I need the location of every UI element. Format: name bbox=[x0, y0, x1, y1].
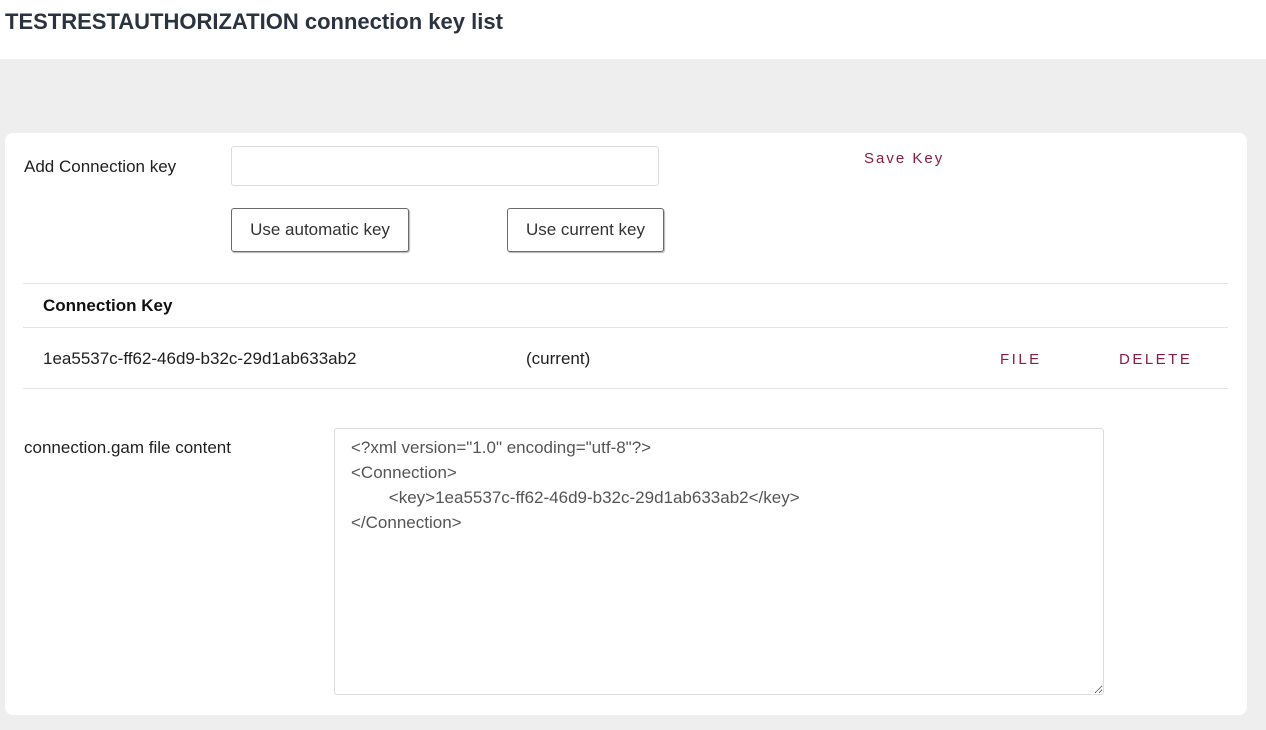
divider bbox=[23, 388, 1228, 389]
use-current-key-button[interactable]: Use current key bbox=[507, 208, 664, 252]
file-link[interactable]: FILE bbox=[1000, 351, 1042, 368]
save-key-link[interactable]: Save Key bbox=[864, 150, 944, 167]
connection-key-value: 1ea5537c-ff62-46d9-b32c-29d1ab633ab2 bbox=[43, 349, 357, 368]
file-content-label: connection.gam file content bbox=[24, 438, 231, 457]
divider bbox=[23, 283, 1228, 284]
key-status: (current) bbox=[526, 349, 591, 368]
connection-key-input[interactable] bbox=[231, 146, 659, 186]
connection-key-panel: Add Connection key Save Key Use automati… bbox=[5, 133, 1247, 715]
divider bbox=[23, 327, 1228, 328]
column-header-connection-key: Connection Key bbox=[43, 296, 173, 315]
file-content-textarea[interactable]: <?xml version="1.0" encoding="utf-8"?> <… bbox=[334, 428, 1104, 695]
page-title: TESTRESTAUTHORIZATION connection key lis… bbox=[5, 9, 503, 34]
use-automatic-key-button[interactable]: Use automatic key bbox=[231, 208, 409, 252]
page-header: TESTRESTAUTHORIZATION connection key lis… bbox=[0, 0, 1266, 59]
delete-link[interactable]: DELETE bbox=[1119, 351, 1192, 368]
add-connection-key-label: Add Connection key bbox=[24, 157, 177, 176]
